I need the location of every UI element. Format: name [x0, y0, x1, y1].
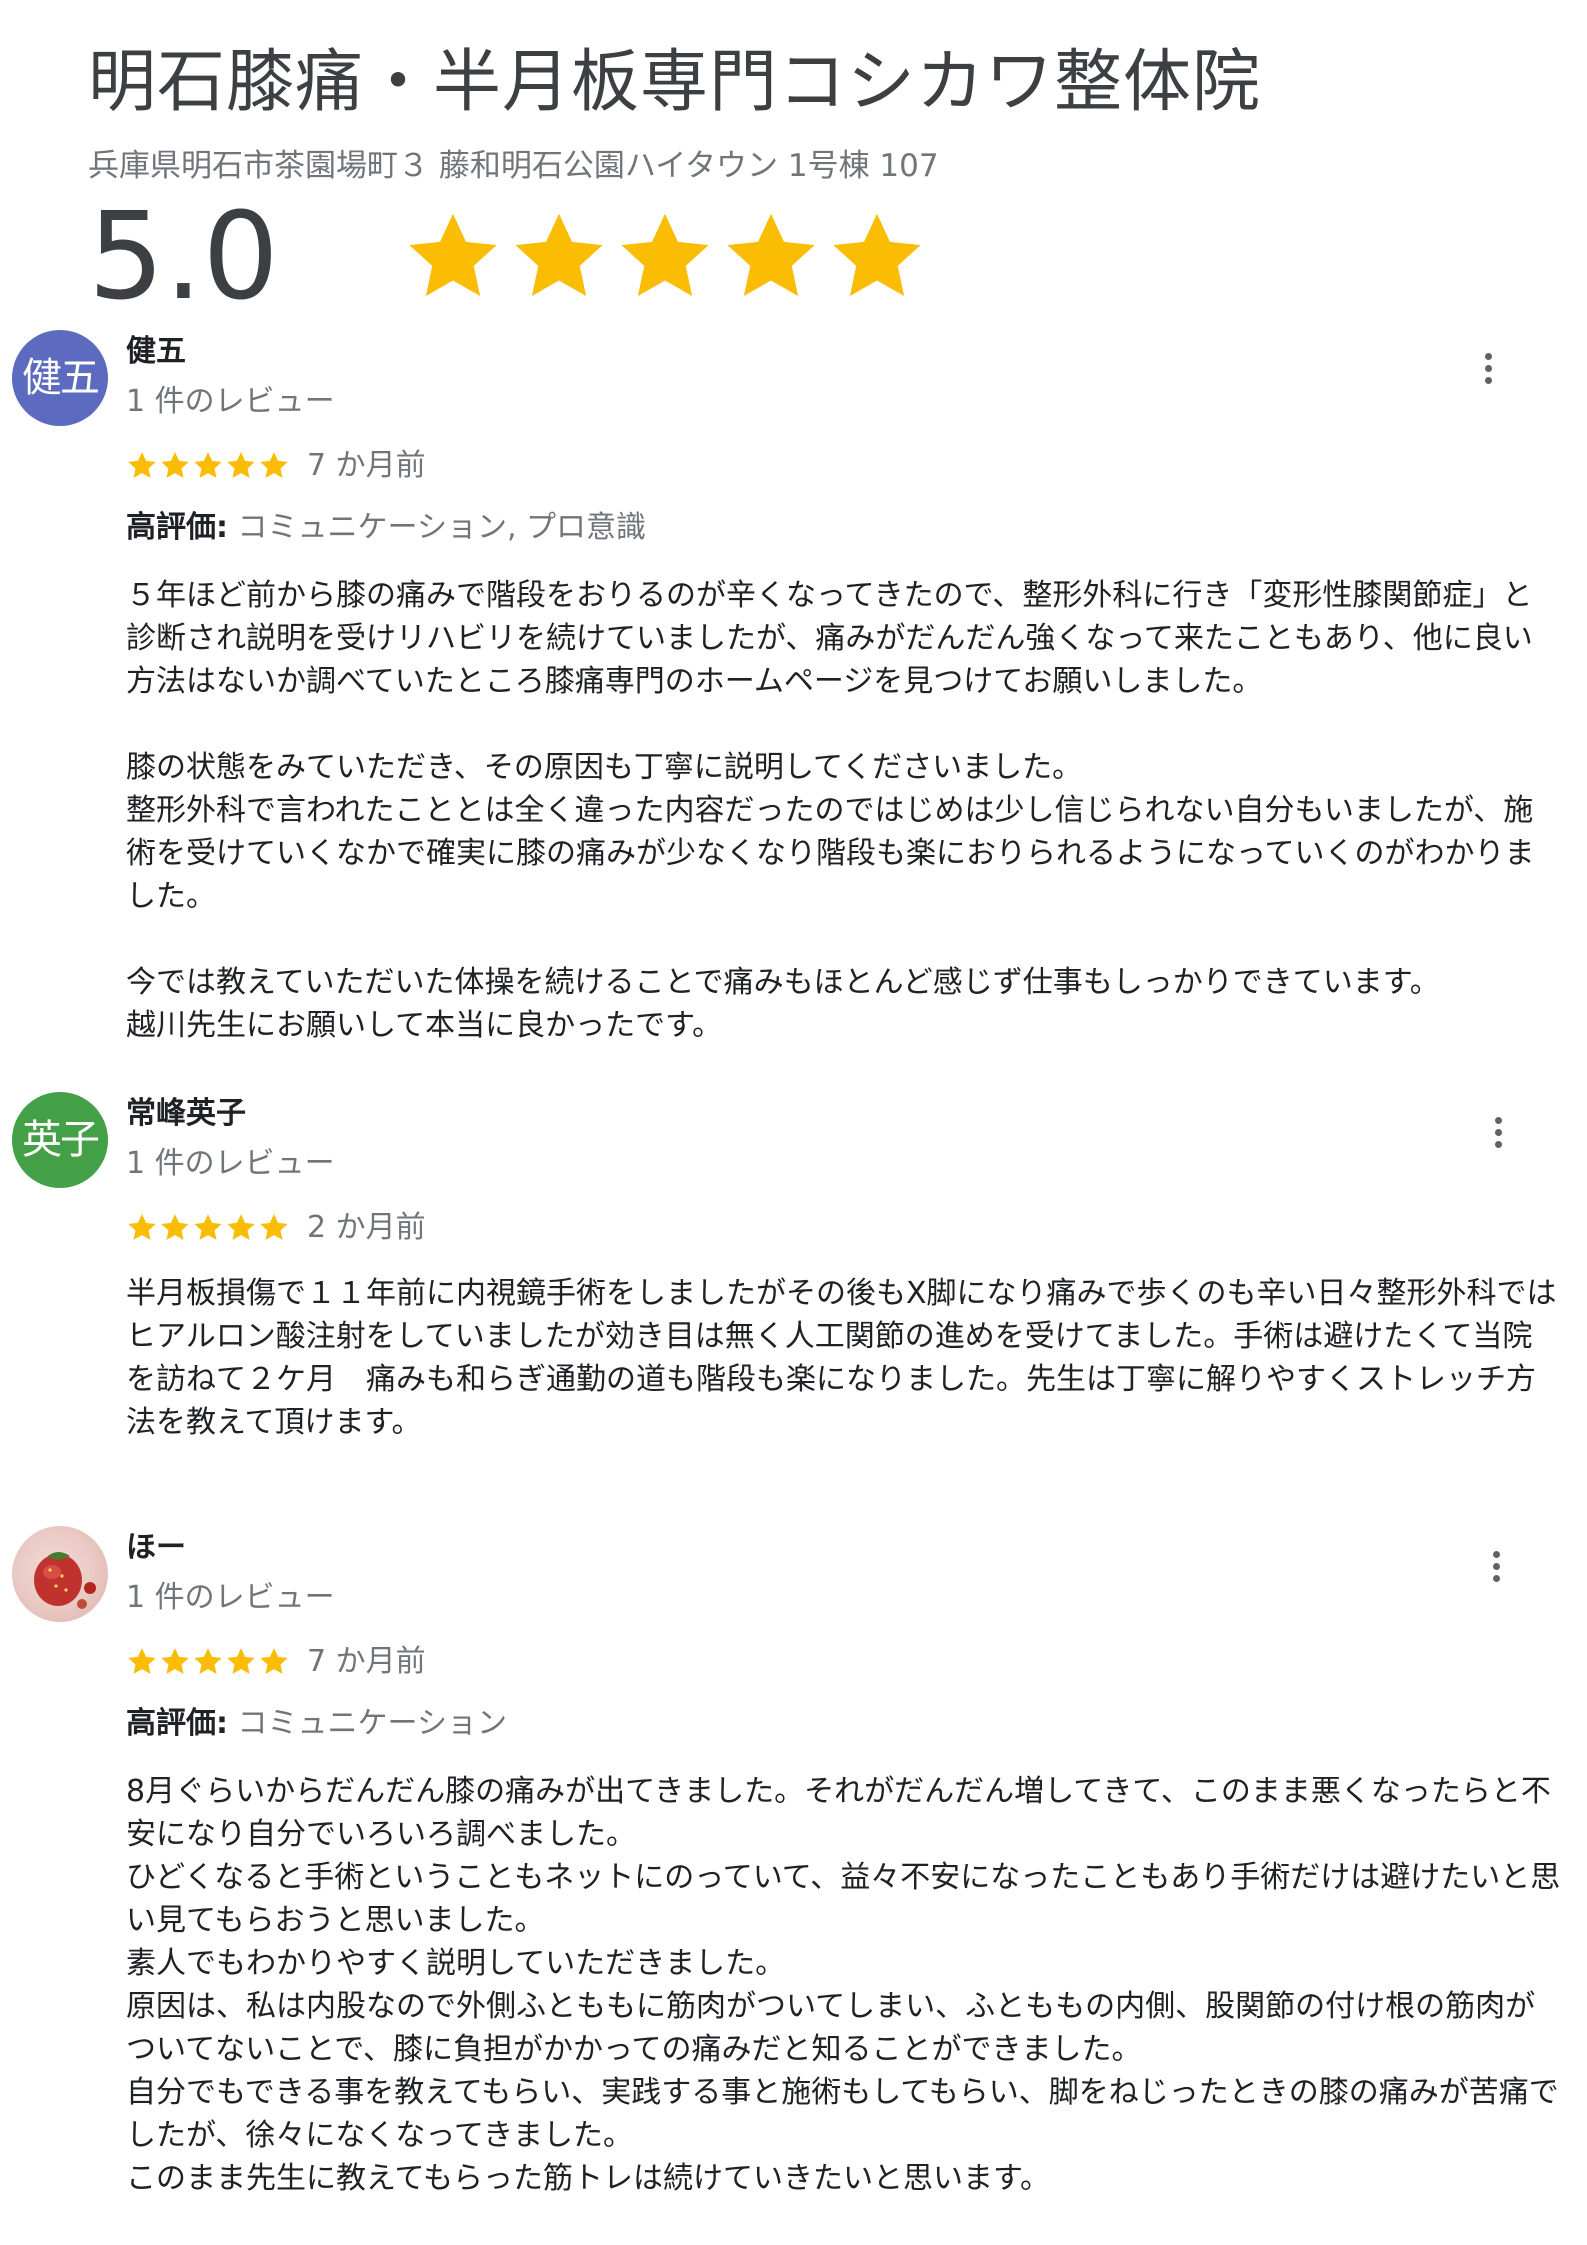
- star-icon: [192, 450, 224, 482]
- star-icon: [126, 450, 158, 482]
- star-icon: [159, 1212, 191, 1244]
- review-highlights: 高評価: コミュニケーション: [126, 1704, 507, 1744]
- review-date: 7 か月前: [307, 448, 426, 483]
- highlights-values: コミュニケーション: [237, 1706, 507, 1741]
- more-vert-icon[interactable]: [1476, 1546, 1516, 1596]
- star-icon: [225, 1212, 257, 1244]
- avatar-photo-icon: [34, 1552, 96, 1609]
- reviewer-name[interactable]: ほー: [126, 1528, 186, 1568]
- star-icon: [159, 1646, 191, 1678]
- review-count: 1 件のレビュー: [126, 1580, 335, 1615]
- star-icon: [126, 1212, 158, 1244]
- more-vert-icon[interactable]: [1478, 1112, 1518, 1162]
- star-icon: [258, 1646, 290, 1678]
- business-header: 明石膝痛・半月板専門コシカワ整体院 兵庫県明石市茶園場町３ 藤和明石公園ハイタウ…: [88, 38, 1528, 188]
- avatar[interactable]: [12, 1526, 108, 1622]
- review-count: 1 件のレビュー: [126, 1146, 335, 1181]
- star-icon: [258, 450, 290, 482]
- review-date: 7 か月前: [307, 1644, 426, 1679]
- reviewer-name[interactable]: 健五: [126, 332, 186, 372]
- business-name: 明石膝痛・半月板専門コシカワ整体院: [88, 43, 1262, 122]
- star-icon: [824, 207, 930, 309]
- star-icon: [718, 207, 824, 309]
- review-count: 1 件のレビュー: [126, 384, 335, 419]
- star-icon: [225, 1646, 257, 1678]
- highlights-label: 高評価:: [126, 1706, 228, 1741]
- review-text: 半月板損傷で１１年前に内視鏡手術をしましたがその後もX脚になり痛みで歩くのも辛い…: [126, 1276, 1557, 1440]
- star-icon: [159, 450, 191, 482]
- review-stars: 7 か月前: [126, 446, 426, 486]
- star-icon: [126, 1646, 158, 1678]
- more-vert-icon[interactable]: [1468, 348, 1508, 398]
- star-icon: [225, 450, 257, 482]
- avatar[interactable]: 英子: [12, 1092, 108, 1188]
- rating-stars: [400, 207, 930, 309]
- review-text: ５年ほど前から膝の痛みで階段をおりるのが辛くなってきたので、整形外科に行き「変形…: [126, 578, 1535, 1043]
- star-icon: [506, 207, 612, 309]
- review-text: 8月ぐらいからだんだん膝の痛みが出てきました。それがだんだん増してきて、このまま…: [126, 1774, 1561, 2196]
- star-icon: [192, 1646, 224, 1678]
- star-icon: [192, 1212, 224, 1244]
- star-icon: [612, 207, 718, 309]
- star-icon: [258, 1212, 290, 1244]
- avatar[interactable]: 健五: [12, 330, 108, 426]
- highlights-values: コミュニケーション, プロ意識: [237, 510, 647, 545]
- highlights-label: 高評価:: [126, 510, 228, 545]
- business-address: 兵庫県明石市茶園場町３ 藤和明石公園ハイタウン 1号棟 107: [88, 148, 939, 184]
- review-date: 2 か月前: [307, 1210, 426, 1245]
- review-stars: 7 か月前: [126, 1642, 426, 1682]
- reviewer-name[interactable]: 常峰英子: [126, 1094, 246, 1134]
- rating-value: 5.0: [88, 188, 279, 327]
- star-icon: [400, 207, 506, 309]
- review-stars: 2 か月前: [126, 1208, 426, 1248]
- review-highlights: 高評価: コミュニケーション, プロ意識: [126, 508, 646, 548]
- overall-rating: 5.0: [88, 188, 930, 328]
